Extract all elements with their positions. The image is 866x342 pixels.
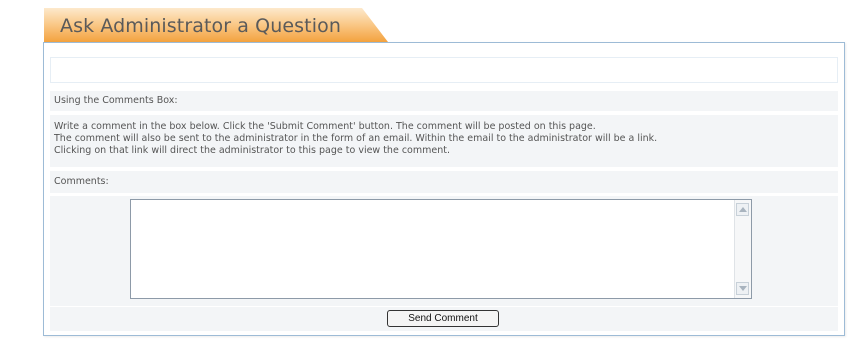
question-panel: Using the Comments Box: Write a comment … bbox=[43, 42, 845, 336]
comment-textarea[interactable] bbox=[130, 199, 752, 299]
page-title: Ask Administrator a Question bbox=[60, 15, 341, 37]
arrow-up-icon bbox=[739, 207, 747, 212]
textarea-scrollbar[interactable] bbox=[734, 200, 751, 298]
section-heading: Using the Comments Box: bbox=[54, 95, 178, 106]
scroll-up-button[interactable] bbox=[736, 203, 749, 216]
page-title-tab: Ask Administrator a Question bbox=[44, 8, 394, 44]
description-line-1: Write a comment in the box below. Click … bbox=[54, 121, 596, 132]
description-line-3: Clicking on that link will direct the ad… bbox=[54, 145, 450, 156]
send-comment-button[interactable]: Send Comment bbox=[387, 310, 499, 327]
comments-label-row: Comments: bbox=[50, 171, 838, 193]
scroll-down-button[interactable] bbox=[736, 282, 749, 295]
description-row: Write a comment in the box below. Click … bbox=[50, 115, 838, 167]
blank-row bbox=[50, 57, 838, 83]
send-button-row: Send Comment bbox=[50, 307, 838, 331]
arrow-down-icon bbox=[739, 286, 747, 291]
section-heading-row: Using the Comments Box: bbox=[50, 91, 838, 111]
comments-input-row bbox=[50, 196, 838, 306]
description-line-2: The comment will also be sent to the adm… bbox=[54, 133, 658, 144]
comments-label: Comments: bbox=[54, 176, 109, 187]
